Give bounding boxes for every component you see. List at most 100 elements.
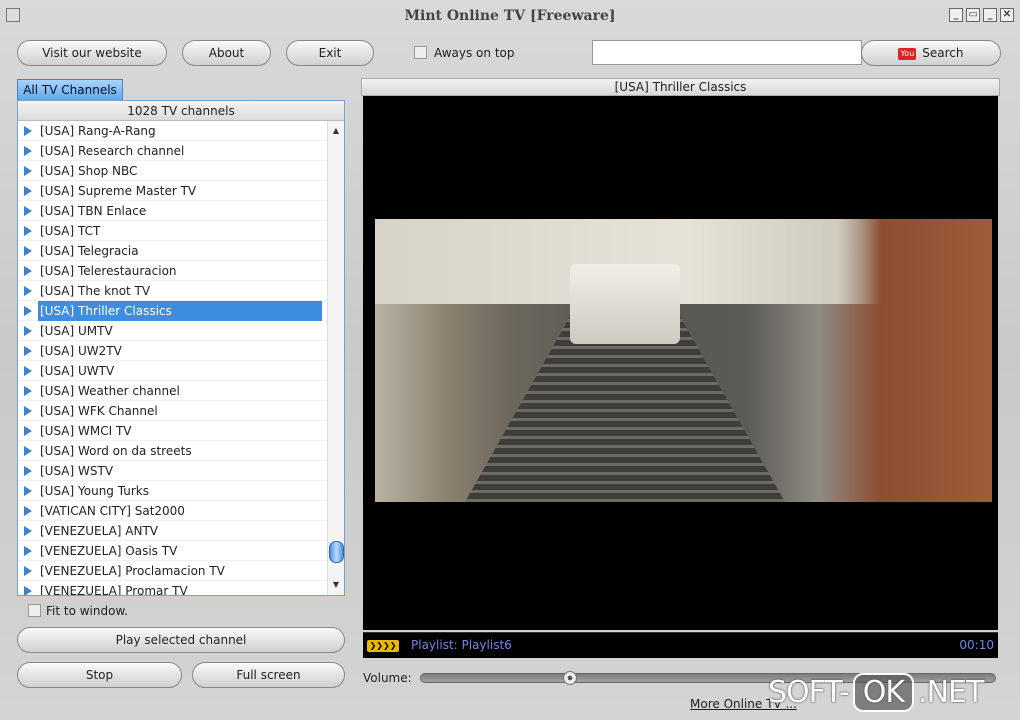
channel-name: [USA] Supreme Master TV bbox=[40, 184, 197, 198]
video-frame bbox=[375, 219, 992, 502]
window-title: Mint Online TV [Freeware] bbox=[404, 8, 616, 24]
channel-item[interactable]: [USA] WFK Channel bbox=[18, 401, 328, 421]
play-arrow-icon bbox=[24, 366, 32, 376]
volume-label: Volume: bbox=[363, 671, 412, 685]
channel-name: [USA] WFK Channel bbox=[40, 404, 158, 418]
play-time: 00:10 bbox=[959, 638, 994, 652]
channel-item[interactable]: [VENEZUELA] Promar TV bbox=[18, 581, 328, 595]
channel-name: [VENEZUELA] Oasis TV bbox=[40, 544, 178, 558]
app-menu-icon[interactable] bbox=[6, 8, 20, 22]
play-arrow-icon bbox=[24, 506, 32, 516]
restore-button[interactable]: ▭ bbox=[966, 8, 980, 22]
channel-item[interactable]: [USA] Telegracia bbox=[18, 241, 328, 261]
scroll-down-icon[interactable]: ▼ bbox=[328, 577, 344, 593]
channel-name: [USA] UW2TV bbox=[40, 344, 122, 358]
play-arrow-icon bbox=[24, 266, 32, 276]
volume-knob[interactable] bbox=[563, 671, 578, 685]
play-arrow-icon bbox=[24, 546, 32, 556]
play-arrow-icon bbox=[24, 326, 32, 336]
channel-name: [USA] WSTV bbox=[40, 464, 114, 478]
channel-item[interactable]: [USA] UW2TV bbox=[18, 341, 328, 361]
channel-item[interactable]: [USA] WMCI TV bbox=[18, 421, 328, 441]
channel-name: [VENEZUELA] Proclamacion TV bbox=[40, 564, 225, 578]
channel-item[interactable]: [USA] WSTV bbox=[18, 461, 328, 481]
channel-item[interactable]: [USA] Word on da streets bbox=[18, 441, 328, 461]
scroll-thumb[interactable] bbox=[329, 541, 344, 563]
channel-item[interactable]: [USA] Supreme Master TV bbox=[18, 181, 328, 201]
channel-name: [USA] TCT bbox=[40, 224, 101, 238]
channel-name: [USA] The knot TV bbox=[40, 284, 151, 298]
visit-website-button[interactable]: Visit our website bbox=[17, 40, 167, 66]
channel-name: [USA] Young Turks bbox=[40, 484, 149, 498]
play-arrow-icon bbox=[24, 286, 32, 296]
channel-name: [USA] Telegracia bbox=[40, 244, 139, 258]
channel-name: [USA] Weather channel bbox=[40, 384, 180, 398]
play-arrow-icon bbox=[24, 526, 32, 536]
channel-item[interactable]: [USA] TCT bbox=[18, 221, 328, 241]
exit-button[interactable]: Exit bbox=[286, 40, 374, 66]
channel-item[interactable]: [USA] Shop NBC bbox=[18, 161, 328, 181]
channel-name: [USA] Shop NBC bbox=[40, 164, 138, 178]
channel-name: [USA] TBN Enlace bbox=[40, 204, 147, 218]
channel-item[interactable]: [USA] The knot TV bbox=[18, 281, 328, 301]
channel-name: [USA] UMTV bbox=[40, 324, 113, 338]
play-arrow-icon bbox=[24, 226, 32, 236]
channel-item[interactable]: [VENEZUELA] Proclamacion TV bbox=[18, 561, 328, 581]
player-status-bar: ❯❯❯❯ Playlist: Playlist6 00:10 bbox=[363, 632, 998, 658]
minimize-button[interactable]: _ bbox=[983, 8, 997, 22]
channel-name: [VENEZUELA] Promar TV bbox=[40, 584, 188, 595]
scroll-up-icon[interactable]: ▲ bbox=[328, 123, 344, 139]
channel-item[interactable]: [USA] Telerestauracion bbox=[18, 261, 328, 281]
always-on-top-label: Aways on top bbox=[434, 46, 515, 60]
channel-item[interactable]: [USA] Research channel bbox=[18, 141, 328, 161]
close-button[interactable]: ✕ bbox=[1000, 8, 1014, 22]
tab-all-tv-channels[interactable]: All TV Channels bbox=[17, 79, 123, 100]
channel-item[interactable]: [VATICAN CITY] Sat2000 bbox=[18, 501, 328, 521]
channel-item[interactable]: [VENEZUELA] ANTV bbox=[18, 521, 328, 541]
watermark-logo: SOFT- OK .NET bbox=[768, 673, 984, 712]
pin-button[interactable]: _ bbox=[949, 8, 963, 22]
play-arrow-icon bbox=[24, 306, 32, 316]
play-arrow-icon bbox=[24, 346, 32, 356]
channel-item[interactable]: [USA] Weather channel bbox=[18, 381, 328, 401]
channel-list: 1028 TV channels [USA] Rang-A-Rang [USA] … bbox=[17, 100, 345, 596]
search-label: Search bbox=[922, 46, 964, 60]
channel-title: [USA] Thriller Classics bbox=[361, 78, 1000, 96]
list-scrollbar[interactable]: ▲ ▼ bbox=[327, 121, 344, 595]
full-screen-button[interactable]: Full screen bbox=[192, 662, 345, 688]
channel-count: 1028 TV channels bbox=[18, 101, 344, 121]
search-input[interactable] bbox=[592, 40, 862, 65]
play-arrow-icon bbox=[24, 186, 32, 196]
play-arrow-icon bbox=[24, 586, 32, 595]
play-arrow-icon bbox=[24, 566, 32, 576]
play-arrow-icon bbox=[24, 446, 32, 456]
title-bar: Mint Online TV [Freeware] _ ▭ _ ✕ bbox=[0, 0, 1020, 32]
channel-name: [USA] Thriller Classics bbox=[38, 301, 322, 321]
fit-to-window-label: Fit to window. bbox=[46, 604, 128, 618]
play-arrow-icon bbox=[24, 386, 32, 396]
always-on-top-checkbox[interactable] bbox=[414, 46, 427, 59]
channel-name: [USA] UWTV bbox=[40, 364, 115, 378]
channel-item[interactable]: [VENEZUELA] Oasis TV bbox=[18, 541, 328, 561]
video-player[interactable] bbox=[363, 96, 998, 630]
search-button[interactable]: You Search bbox=[861, 40, 1001, 66]
channel-item[interactable]: [USA] Rang-A-Rang bbox=[18, 121, 328, 141]
about-button[interactable]: About bbox=[182, 40, 271, 66]
play-arrow-icon bbox=[24, 166, 32, 176]
channel-item[interactable]: [USA] UMTV bbox=[18, 321, 328, 341]
channel-item[interactable]: [USA] Thriller Classics bbox=[18, 301, 328, 321]
playlist-label: Playlist: Playlist6 bbox=[411, 638, 512, 652]
play-arrow-icon bbox=[24, 146, 32, 156]
play-arrow-icon bbox=[24, 486, 32, 496]
channel-item[interactable]: [USA] UWTV bbox=[18, 361, 328, 381]
channel-item[interactable]: [USA] Young Turks bbox=[18, 481, 328, 501]
fit-to-window-checkbox[interactable] bbox=[28, 604, 41, 617]
channel-item[interactable]: [USA] TBN Enlace bbox=[18, 201, 328, 221]
channel-name: [USA] Word on da streets bbox=[40, 444, 192, 458]
play-arrow-icon bbox=[24, 246, 32, 256]
channel-name: [USA] Rang-A-Rang bbox=[40, 124, 156, 138]
channel-name: [USA] Telerestauracion bbox=[40, 264, 177, 278]
channel-name: [VENEZUELA] ANTV bbox=[40, 524, 159, 538]
play-selected-channel-button[interactable]: Play selected channel bbox=[17, 627, 345, 653]
stop-button[interactable]: Stop bbox=[17, 662, 182, 688]
